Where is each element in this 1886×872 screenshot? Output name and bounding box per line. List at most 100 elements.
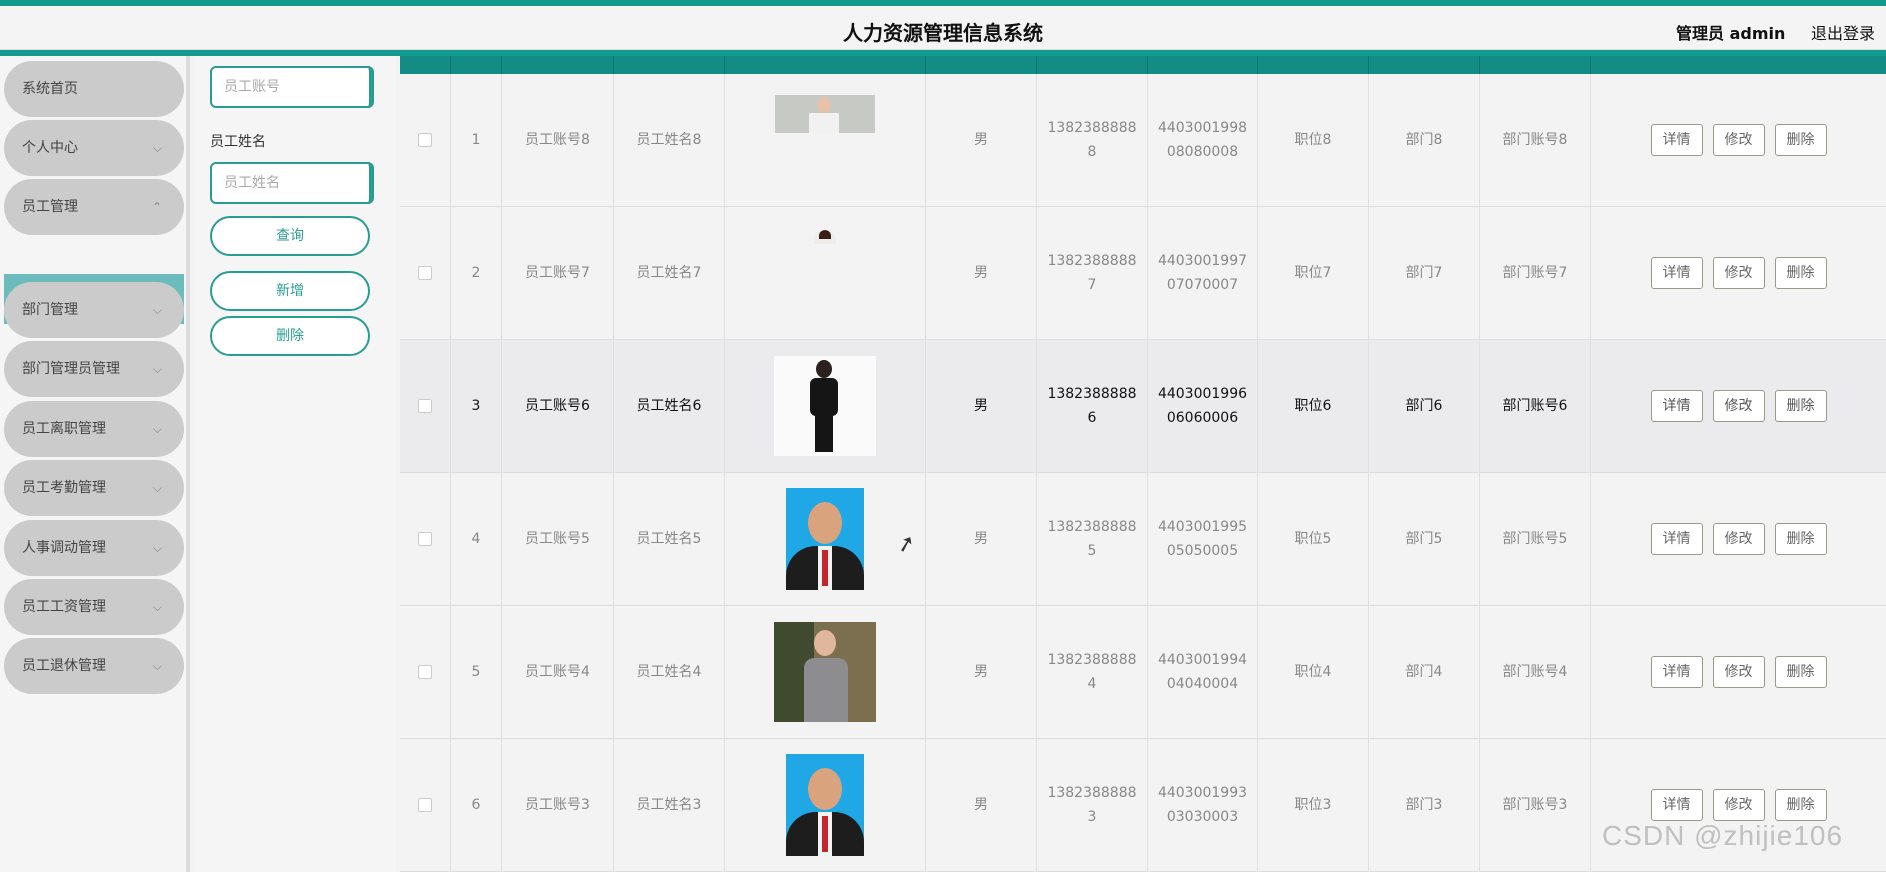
row-checkbox[interactable] <box>418 133 432 147</box>
phone-number: 13823888885 <box>1047 519 1137 559</box>
gender-cell: 男 <box>926 473 1037 605</box>
phone-number-cell: 13823888884 <box>1037 606 1148 738</box>
phone-number-cell: 13823888886 <box>1037 340 1148 472</box>
actions-cell: 详情 修改 删除 <box>1591 74 1886 206</box>
sidebar-item-employee-management[interactable]: 员工管理 ⌃ <box>4 179 184 235</box>
app-title: 人力资源管理信息系统 <box>843 21 1043 45</box>
gender-cell: 男 <box>926 606 1037 738</box>
delete-button[interactable]: 删除 <box>1774 257 1827 289</box>
phone-number: 13823888888 <box>1047 120 1137 160</box>
row-checkbox[interactable] <box>418 798 432 812</box>
detail-button[interactable]: 详情 <box>1650 257 1703 289</box>
department-account-cell: 部门账号8 <box>1480 74 1591 206</box>
employee-account-input[interactable] <box>210 66 374 108</box>
id-number-cell: 440300199808080008 <box>1148 74 1258 206</box>
department-account-cell: 部门账号7 <box>1480 207 1591 339</box>
sidebar-item-salary-management[interactable]: 员工工资管理 ⌵ <box>4 579 184 635</box>
delete-button[interactable]: 删除 <box>1774 656 1827 688</box>
row-checkbox[interactable] <box>418 532 432 546</box>
sidebar-item-retirement-management[interactable]: 员工退休管理 ⌵ <box>4 638 184 694</box>
phone-number-cell: 13823888888 <box>1037 74 1148 206</box>
edit-button[interactable]: 修改 <box>1712 656 1765 688</box>
employee-name: 员工姓名8 <box>636 132 702 148</box>
header-cell <box>400 56 451 74</box>
row-index: 2 <box>471 265 481 281</box>
woman-blazer-photo <box>774 622 876 722</box>
position: 职位3 <box>1294 797 1332 813</box>
department-account-cell: 部门账号4 <box>1480 606 1591 738</box>
phone-number: 13823888883 <box>1047 785 1137 825</box>
row-checkbox[interactable] <box>418 665 432 679</box>
delete-button[interactable]: 删除 <box>1774 390 1827 422</box>
sidebar-item-label: 员工管理 <box>22 199 78 215</box>
department: 部门7 <box>1405 265 1443 281</box>
department-account-cell: 部门账号5 <box>1480 473 1591 605</box>
detail-button[interactable]: 详情 <box>1650 390 1703 422</box>
checkbox-cell <box>400 74 451 206</box>
table-row: 3 员工账号6 员工姓名6 男 13823888886 44030019960606000… <box>400 340 1886 473</box>
app-header: 人力资源管理信息系统 管理员 admin 退出登录 <box>0 6 1886 50</box>
phone-number-cell: 13823888887 <box>1037 207 1148 339</box>
header-cell <box>614 56 725 74</box>
header-cell <box>1591 56 1886 74</box>
table-row: 4 员工账号5 员工姓名5 男 13823888885 44030019950505000… <box>400 473 1886 606</box>
delete-button[interactable]: 删除 <box>1774 124 1827 156</box>
employee-account-cell: 员工账号3 <box>502 739 614 871</box>
gender: 男 <box>974 132 988 148</box>
sidebar-item-label: 个人中心 <box>22 140 78 156</box>
employee-name-input[interactable] <box>210 162 374 204</box>
edit-button[interactable]: 修改 <box>1712 523 1765 555</box>
sidebar: 系统首页 个人中心 ⌵ 员工管理 ⌃ 员工 部门管理 ⌵ 部门管理员管理 ⌵ 员… <box>0 56 190 872</box>
sidebar-item-attendance-management[interactable]: 员工考勤管理 ⌵ <box>4 460 184 516</box>
chevron-up-icon: ⌃ <box>151 200 162 214</box>
chevron-down-icon: ⌵ <box>152 362 162 376</box>
department-cell: 部门4 <box>1369 606 1480 738</box>
department: 部门4 <box>1405 664 1443 680</box>
header-cell <box>1480 56 1591 74</box>
edit-button[interactable]: 修改 <box>1712 390 1765 422</box>
sidebar-item-resignation-management[interactable]: 员工离职管理 ⌵ <box>4 401 184 457</box>
id-number: 440300199303030003 <box>1157 785 1248 825</box>
search-button[interactable]: 查询 <box>210 216 370 256</box>
row-index-cell: 2 <box>451 207 502 339</box>
department-account-cell: 部门账号6 <box>1480 340 1591 472</box>
sidebar-item-dept-admin-management[interactable]: 部门管理员管理 ⌵ <box>4 341 184 397</box>
add-button[interactable]: 新增 <box>210 271 370 311</box>
detail-button[interactable]: 详情 <box>1650 124 1703 156</box>
chevron-down-icon: ⌵ <box>152 141 162 155</box>
batch-delete-button[interactable]: 删除 <box>210 316 370 356</box>
row-index-cell: 4 <box>451 473 502 605</box>
position: 职位7 <box>1294 265 1332 281</box>
detail-button[interactable]: 详情 <box>1650 656 1703 688</box>
row-index-cell: 6 <box>451 739 502 871</box>
row-checkbox[interactable] <box>418 399 432 413</box>
header-cell <box>1148 56 1258 74</box>
row-checkbox[interactable] <box>418 266 432 280</box>
chevron-down-icon: ⌵ <box>152 541 162 555</box>
checkbox-cell <box>400 606 451 738</box>
detail-button[interactable]: 详情 <box>1650 789 1703 821</box>
edit-button[interactable]: 修改 <box>1712 789 1765 821</box>
detail-button[interactable]: 详情 <box>1650 523 1703 555</box>
department: 部门3 <box>1405 797 1443 813</box>
logout-link[interactable]: 退出登录 <box>1811 20 1875 44</box>
delete-button[interactable]: 删除 <box>1774 789 1827 821</box>
department-account: 部门账号5 <box>1502 531 1568 547</box>
edit-button[interactable]: 修改 <box>1712 124 1765 156</box>
employee-account-cell: 员工账号5 <box>502 473 614 605</box>
watermark: CSDN @zhijie106 <box>1602 820 1844 851</box>
sidebar-item-personal-center[interactable]: 个人中心 ⌵ <box>4 120 184 176</box>
sidebar-item-department-management[interactable]: 部门管理 ⌵ <box>4 282 184 338</box>
employee-name: 员工姓名6 <box>636 398 702 414</box>
actions-cell: 详情 修改 删除 <box>1591 606 1886 738</box>
department-account: 部门账号7 <box>1502 265 1568 281</box>
man-id-photo <box>786 488 864 590</box>
sidebar-item-transfer-management[interactable]: 人事调动管理 ⌵ <box>4 520 184 576</box>
sidebar-item-home[interactable]: 系统首页 <box>4 61 184 117</box>
gender-cell: 男 <box>926 739 1037 871</box>
delete-button[interactable]: 删除 <box>1774 523 1827 555</box>
id-number-cell: 440300199606060006 <box>1148 340 1258 472</box>
department: 部门8 <box>1405 132 1443 148</box>
edit-button[interactable]: 修改 <box>1712 257 1765 289</box>
department: 部门6 <box>1405 398 1443 414</box>
